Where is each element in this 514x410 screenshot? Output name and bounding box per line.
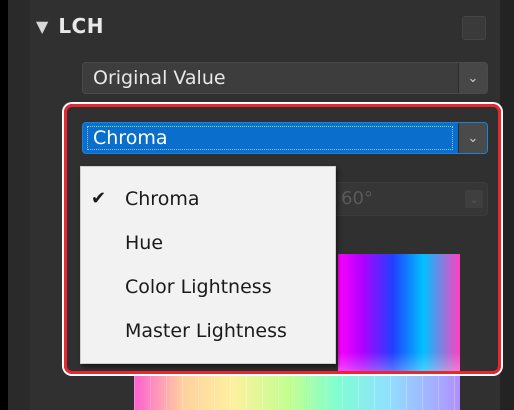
color-spectrum-strip[interactable] [134,372,460,410]
original-value-select[interactable]: Original Value ⌄ [82,62,488,94]
left-gutter [8,0,30,410]
section-title: LCH [58,14,104,38]
right-gutter [500,0,514,410]
original-value-label: Original Value [93,67,226,89]
annotation-highlight-box [64,104,501,374]
section-header[interactable]: ▼ LCH [36,6,104,46]
chevron-down-icon[interactable]: ⌄ [458,63,487,93]
window-edge [0,0,8,410]
collapse-triangle-icon[interactable]: ▼ [36,17,48,36]
enable-checkbox[interactable] [462,16,486,40]
spectrum-grid [134,372,460,410]
